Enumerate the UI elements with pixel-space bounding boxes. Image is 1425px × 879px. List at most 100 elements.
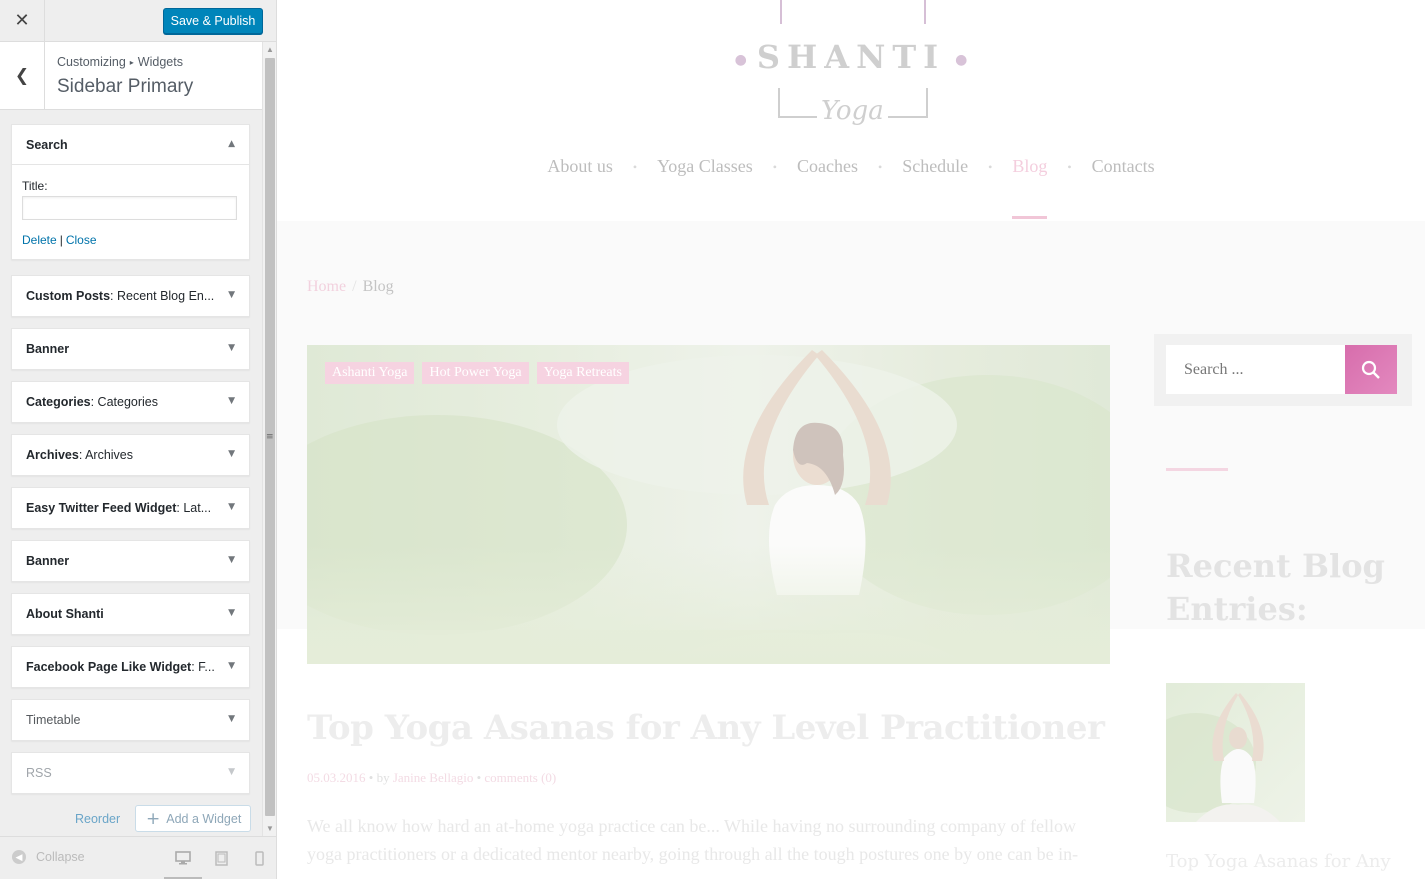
widget-header[interactable]: Banner ▼ [12,329,249,369]
breadcrumb-home[interactable]: Home [307,278,346,295]
widget-header[interactable]: RSS ▼ [12,753,249,793]
post-tags: Ashanti Yoga Hot Power Yoga Yoga Retreat… [325,362,629,384]
collapse-label: Collapse [36,850,85,864]
nav-separator: • [877,160,883,174]
post-comments[interactable]: comments (0) [484,770,556,785]
customizer-header: ✕ Save & Publish [0,0,276,42]
scroll-up-icon[interactable]: ▲ [266,45,274,54]
recent-post-thumbnail[interactable] [1166,683,1305,822]
search-icon [1361,360,1380,379]
widget-name: Categories [26,395,91,409]
search-button[interactable] [1345,345,1397,394]
delete-link[interactable]: Delete [22,233,57,247]
arrow-down-icon[interactable]: ▼ [228,502,235,512]
arrow-up-icon[interactable]: ▲ [228,139,235,149]
site-logo[interactable]: ● SHANTI ● [277,38,1425,76]
mobile-preview-icon[interactable] [250,849,268,867]
widget-header[interactable]: Custom Posts: Recent Blog En... ▼ [12,276,249,316]
widget-timetable[interactable]: Timetable ▼ [11,699,250,741]
breadcrumb-child: Widgets [137,55,183,69]
breadcrumb-current: Blog [362,278,394,295]
widget-header[interactable]: Easy Twitter Feed Widget: Lat... ▼ [12,488,249,528]
widget-header[interactable]: Search ▲ [12,125,249,165]
widget-name: Facebook Page Like Widget [26,660,192,674]
reorder-link[interactable]: Reorder [75,812,120,826]
nav-separator: • [772,160,777,174]
tag-link[interactable]: Hot Power Yoga [422,362,529,384]
widget-name: Custom Posts [26,289,111,303]
nav-item-yoga-classes[interactable]: Yoga Classes [657,156,753,177]
widget-name: About Shanti [26,607,104,621]
widget-header[interactable]: Facebook Page Like Widget: F... ▼ [12,647,249,687]
recent-post-title[interactable]: Top Yoga Asanas for Any [1166,851,1391,872]
post-title[interactable]: Top Yoga Asanas for Any Level Practition… [307,708,1105,748]
widget-custom-posts[interactable]: Custom Posts: Recent Blog En... ▼ [11,275,250,317]
nav-item-blog[interactable]: Blog [1012,156,1048,219]
tag-link[interactable]: Ashanti Yoga [325,362,415,384]
section-header: ❮ Customizing ▸ Widgets Sidebar Primary [0,42,262,110]
collapse-button[interactable]: ◀ Collapse [12,850,85,864]
nav-item-coaches[interactable]: Coaches [797,156,858,177]
actions-divider: | [59,233,63,247]
arrow-down-icon[interactable]: ▼ [228,767,235,777]
post-author[interactable]: Janine Bellagio [393,770,474,785]
widget-header[interactable]: Archives: Archives ▼ [12,435,249,475]
logo-dot-left: ● [734,51,747,68]
arrow-down-icon[interactable]: ▼ [228,714,235,724]
nav-item-about[interactable]: About us [547,156,613,177]
widget-banner-2[interactable]: Banner ▼ [11,540,250,582]
widget-about-shanti[interactable]: About Shanti ▼ [11,593,250,635]
add-widget-label: Add a Widget [166,811,242,826]
close-link[interactable]: Close [66,233,97,247]
arrow-down-icon[interactable]: ▼ [228,661,235,671]
widget-subtitle: : Categories [90,395,159,409]
post-date: 05.03.2016 [307,770,366,785]
recent-post-image [1166,693,1280,822]
widget-name: RSS [26,766,52,780]
plus-icon: + [146,808,161,829]
widget-rss[interactable]: RSS ▼ [11,752,250,794]
widget-archives[interactable]: Archives: Archives ▼ [11,434,250,476]
post-featured-image[interactable] [307,345,1110,664]
save-publish-button[interactable]: Save & Publish [163,8,263,34]
desktop-preview-icon[interactable] [164,849,202,879]
widget-name: Banner [26,554,70,568]
scroll-down-icon[interactable]: ▼ [266,824,274,833]
widget-header[interactable]: About Shanti ▼ [12,594,249,634]
breadcrumb-root: Customizing [57,55,126,69]
search-input[interactable]: Search ... [1166,345,1346,394]
title-label: Title: [22,179,48,193]
close-icon[interactable]: ✕ [0,0,45,41]
arrow-down-icon[interactable]: ▼ [228,343,235,353]
arrow-down-icon[interactable]: ▼ [228,396,235,406]
customizer-panel: ✕ Save & Publish ❮ Customizing ▸ Widgets S… [0,0,277,879]
customizer-scrollbar[interactable]: ▲ ≡ ▼ [262,42,276,836]
widget-footer-actions: Reorder + Add a Widget [0,804,262,836]
arrow-down-icon[interactable]: ▼ [228,555,235,565]
tag-link[interactable]: Yoga Retreats [536,362,629,384]
widget-subtitle: : Recent Blog En... [110,289,215,303]
widget-facebook-page[interactable]: Facebook Page Like Widget: F... ▼ [11,646,250,688]
title-field[interactable] [22,196,237,220]
resize-grip-icon[interactable]: ≡ [266,432,274,442]
arrow-down-icon[interactable]: ▼ [228,608,235,618]
post-meta: 05.03.2016 • by Janine Bellagio • commen… [307,770,556,786]
widget-name: Banner [26,342,70,356]
widget-twitter-feed[interactable]: Easy Twitter Feed Widget: Lat... ▼ [11,487,250,529]
widget-actions: Delete | Close [22,233,239,247]
customizer-scroll-area: ❮ Customizing ▸ Widgets Sidebar Primary Se… [0,42,262,836]
arrow-down-icon[interactable]: ▼ [228,290,235,300]
widget-categories[interactable]: Categories: Categories ▼ [11,381,250,423]
tablet-preview-icon[interactable] [212,849,230,867]
nav-item-contacts[interactable]: Contacts [1092,156,1155,177]
widget-header[interactable]: Timetable ▼ [12,700,249,740]
arrow-down-icon[interactable]: ▼ [228,449,235,459]
back-icon[interactable]: ❮ [0,42,45,109]
add-widget-button[interactable]: + Add a Widget [135,805,251,832]
widget-header[interactable]: Banner ▼ [12,541,249,581]
widget-banner[interactable]: Banner ▼ [11,328,250,370]
collapse-icon: ◀ [12,850,26,864]
nav-item-schedule[interactable]: Schedule [902,156,968,177]
widget-name: Easy Twitter Feed Widget [26,501,177,515]
widget-header[interactable]: Categories: Categories ▼ [12,382,249,422]
